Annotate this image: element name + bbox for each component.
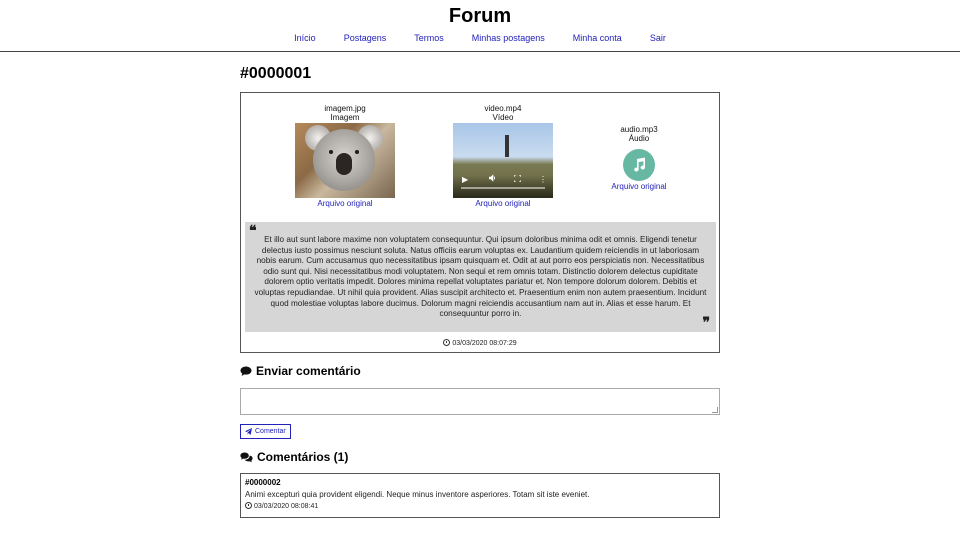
attachment-image: imagem.jpg Imagem Arquivo original: [295, 104, 395, 208]
more-options-icon[interactable]: ⋮: [539, 176, 547, 184]
video-player[interactable]: ▶ ⋮: [453, 123, 553, 198]
clock-icon: [245, 502, 252, 509]
koala-eye-right: [355, 150, 359, 154]
attachment-type: Vídeo: [492, 113, 514, 122]
post-date: 03/03/2020 08:07:29: [241, 339, 719, 347]
attachments-row: imagem.jpg Imagem Arquivo original video…: [241, 104, 719, 208]
comments-heading: Comentários (1): [240, 449, 720, 465]
site-title: Forum: [448, 5, 512, 27]
nav-link-minhas-postagens[interactable]: Minhas postagens: [472, 32, 545, 44]
nav-link-termos[interactable]: Termos: [414, 32, 444, 44]
paper-plane-icon: [245, 428, 252, 435]
attachment-type: Áudio: [628, 134, 650, 143]
koala-eye-left: [329, 150, 333, 154]
quote-close-icon: ❞: [702, 315, 710, 331]
attachment-type: Imagem: [330, 113, 360, 122]
nav-link-inicio[interactable]: Início: [294, 32, 316, 44]
nav-link-postagens[interactable]: Postagens: [344, 32, 387, 44]
comment-date-text: 03/03/2020 08:08:41: [254, 503, 319, 510]
site-header: Forum Início Postagens Termos Minhas pos…: [0, 0, 960, 52]
koala-image[interactable]: [295, 123, 395, 198]
comment-textarea[interactable]: [241, 389, 719, 414]
attachment-filename: video.mp4: [484, 104, 522, 113]
comment-icon: [240, 366, 252, 377]
post-body-quote: ❝ Et illo aut sunt labore maxime non vol…: [245, 222, 716, 332]
comment-text: Animi excepturi quia provident eligendi.…: [245, 490, 590, 499]
comments-heading-text: Comentários (1): [257, 450, 349, 464]
comment-textarea-wrapper: [240, 388, 720, 415]
main-content: #0000001 imagem.jpg Imagem Arquivo origi…: [240, 52, 720, 518]
post-title: #0000001: [240, 65, 312, 82]
post-date-text: 03/03/2020 08:07:29: [452, 340, 517, 347]
clock-icon: [443, 339, 451, 346]
comment-item: #0000002 Animi excepturi quia provident …: [240, 473, 720, 518]
fullscreen-icon[interactable]: [513, 174, 522, 184]
resize-handle-icon[interactable]: [712, 407, 718, 413]
attachment-filename: audio.mp3: [620, 125, 658, 134]
comments-icon: [240, 452, 253, 463]
attachment-filename: imagem.jpg: [324, 104, 366, 113]
music-note-icon[interactable]: [623, 149, 655, 181]
send-comment-heading: Enviar comentário: [240, 363, 720, 379]
video-frame-figure: [505, 135, 509, 157]
comment-date: 03/03/2020 08:08:41: [245, 502, 715, 512]
post-card: imagem.jpg Imagem Arquivo original video…: [240, 92, 720, 353]
video-progress-bar[interactable]: [461, 187, 545, 189]
comment-button[interactable]: Comentar: [240, 424, 291, 439]
original-file-link[interactable]: Arquivo original: [589, 182, 689, 191]
nav-link-sair[interactable]: Sair: [650, 32, 666, 44]
comment-id: #0000002: [245, 478, 281, 487]
original-file-link[interactable]: Arquivo original: [453, 199, 553, 208]
attachment-video: video.mp4 Vídeo ▶ ⋮ Arquivo original: [453, 104, 553, 208]
main-nav: Início Postagens Termos Minhas postagens…: [0, 32, 960, 44]
original-file-link[interactable]: Arquivo original: [295, 199, 395, 208]
play-icon[interactable]: ▶: [462, 176, 468, 184]
attachment-audio: audio.mp3 Áudio Arquivo original: [589, 125, 689, 191]
post-body-text: Et illo aut sunt labore maxime non volup…: [254, 235, 707, 319]
koala-nose: [336, 153, 352, 175]
volume-icon[interactable]: [488, 174, 497, 184]
comment-button-label: Comentar: [255, 428, 286, 435]
send-comment-heading-text: Enviar comentário: [256, 364, 361, 378]
nav-link-minha-conta[interactable]: Minha conta: [573, 32, 622, 44]
